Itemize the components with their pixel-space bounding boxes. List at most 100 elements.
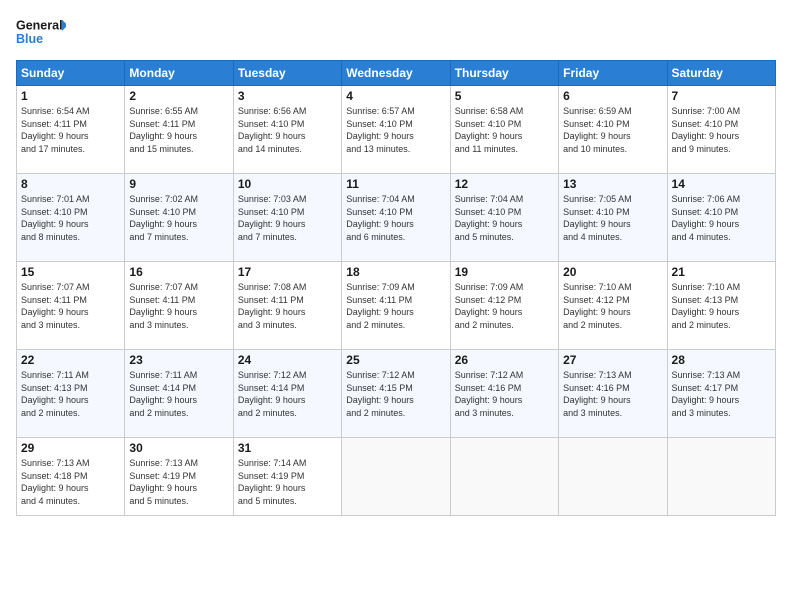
calendar-cell: 27Sunrise: 7:13 AMSunset: 4:16 PMDayligh… — [559, 350, 667, 438]
calendar-cell: 15 Sunrise: 7:07 AMSunset: 4:11 PMDayligh… — [17, 262, 125, 350]
weekday-header: Thursday — [450, 61, 558, 86]
day-number: 9 — [129, 177, 228, 191]
calendar-cell: 2Sunrise: 6:55 AMSunset: 4:11 PMDaylight… — [125, 86, 233, 174]
day-number: 2 — [129, 89, 228, 103]
day-number: 27 — [563, 353, 662, 367]
calendar-week-row: 15 Sunrise: 7:07 AMSunset: 4:11 PMDayligh… — [17, 262, 776, 350]
weekday-header: Tuesday — [233, 61, 341, 86]
calendar-cell: 24 Sunrise: 7:12 AMSunset: 4:14 PMDayligh… — [233, 350, 341, 438]
day-number: 13 — [563, 177, 662, 191]
day-number: 30 — [129, 441, 228, 455]
day-info: Sunrise: 6:56 AMSunset: 4:10 PMDaylight:… — [238, 105, 337, 155]
day-info: Sunrise: 7:08 AMSunset: 4:11 PMDaylight:… — [238, 281, 337, 331]
calendar-cell: 3 Sunrise: 6:56 AMSunset: 4:10 PMDaylight… — [233, 86, 341, 174]
day-number: 26 — [455, 353, 554, 367]
day-number: 22 — [21, 353, 120, 367]
day-info: Sunrise: 6:59 AMSunset: 4:10 PMDaylight:… — [563, 105, 662, 155]
calendar-cell — [342, 438, 450, 516]
calendar-cell: 20 Sunrise: 7:10 AMSunset: 4:12 PMDayligh… — [559, 262, 667, 350]
calendar-cell: 17Sunrise: 7:08 AMSunset: 4:11 PMDayligh… — [233, 262, 341, 350]
day-number: 14 — [672, 177, 771, 191]
day-info: Sunrise: 7:11 AMSunset: 4:13 PMDaylight:… — [21, 369, 120, 419]
page-header: General Blue — [16, 12, 776, 52]
day-info: Sunrise: 7:13 AMSunset: 4:19 PMDaylight:… — [129, 457, 228, 507]
day-number: 7 — [672, 89, 771, 103]
day-info: Sunrise: 6:54 AMSunset: 4:11 PMDaylight:… — [21, 105, 120, 155]
day-number: 1 — [21, 89, 120, 103]
day-number: 8 — [21, 177, 120, 191]
calendar-week-row: 22 Sunrise: 7:11 AMSunset: 4:13 PMDayligh… — [17, 350, 776, 438]
day-info: Sunrise: 7:12 AMSunset: 4:16 PMDaylight:… — [455, 369, 554, 419]
calendar-cell — [450, 438, 558, 516]
day-info: Sunrise: 7:07 AMSunset: 4:11 PMDaylight:… — [129, 281, 228, 331]
day-number: 18 — [346, 265, 445, 279]
calendar-cell: 7Sunrise: 7:00 AMSunset: 4:10 PMDaylight… — [667, 86, 775, 174]
calendar-cell: 13Sunrise: 7:05 AMSunset: 4:10 PMDayligh… — [559, 174, 667, 262]
calendar-cell: 31Sunrise: 7:14 AMSunset: 4:19 PMDayligh… — [233, 438, 341, 516]
day-number: 3 — [238, 89, 337, 103]
day-number: 12 — [455, 177, 554, 191]
day-number: 23 — [129, 353, 228, 367]
day-info: Sunrise: 7:13 AMSunset: 4:17 PMDaylight:… — [672, 369, 771, 419]
calendar-cell: 5Sunrise: 6:58 AMSunset: 4:10 PMDaylight… — [450, 86, 558, 174]
day-info: Sunrise: 7:04 AMSunset: 4:10 PMDaylight:… — [455, 193, 554, 243]
calendar-cell — [667, 438, 775, 516]
calendar-cell: 9 Sunrise: 7:02 AMSunset: 4:10 PMDaylight… — [125, 174, 233, 262]
calendar-cell: 11 Sunrise: 7:04 AMSunset: 4:10 PMDayligh… — [342, 174, 450, 262]
logo-svg: General Blue — [16, 12, 66, 52]
weekday-header: Sunday — [17, 61, 125, 86]
weekday-header: Monday — [125, 61, 233, 86]
calendar-cell: 22 Sunrise: 7:11 AMSunset: 4:13 PMDayligh… — [17, 350, 125, 438]
day-number: 15 — [21, 265, 120, 279]
day-number: 25 — [346, 353, 445, 367]
day-info: Sunrise: 7:11 AMSunset: 4:14 PMDaylight:… — [129, 369, 228, 419]
calendar-cell: 6 Sunrise: 6:59 AMSunset: 4:10 PMDaylight… — [559, 86, 667, 174]
calendar-cell: 29Sunrise: 7:13 AMSunset: 4:18 PMDayligh… — [17, 438, 125, 516]
calendar-cell: 16 Sunrise: 7:07 AMSunset: 4:11 PMDayligh… — [125, 262, 233, 350]
calendar-cell: 30 Sunrise: 7:13 AMSunset: 4:19 PMDayligh… — [125, 438, 233, 516]
calendar-week-row: 1 Sunrise: 6:54 AMSunset: 4:11 PMDaylight… — [17, 86, 776, 174]
weekday-header: Saturday — [667, 61, 775, 86]
svg-text:General: General — [16, 19, 63, 33]
day-info: Sunrise: 7:03 AMSunset: 4:10 PMDaylight:… — [238, 193, 337, 243]
day-info: Sunrise: 7:12 AMSunset: 4:15 PMDaylight:… — [346, 369, 445, 419]
day-number: 10 — [238, 177, 337, 191]
day-info: Sunrise: 7:14 AMSunset: 4:19 PMDaylight:… — [238, 457, 337, 507]
day-number: 4 — [346, 89, 445, 103]
calendar-week-row: 29Sunrise: 7:13 AMSunset: 4:18 PMDayligh… — [17, 438, 776, 516]
calendar-week-row: 8 Sunrise: 7:01 AMSunset: 4:10 PMDaylight… — [17, 174, 776, 262]
day-number: 16 — [129, 265, 228, 279]
calendar-cell: 8 Sunrise: 7:01 AMSunset: 4:10 PMDaylight… — [17, 174, 125, 262]
calendar-table: SundayMondayTuesdayWednesdayThursdayFrid… — [16, 60, 776, 516]
day-number: 19 — [455, 265, 554, 279]
day-number: 29 — [21, 441, 120, 455]
day-number: 24 — [238, 353, 337, 367]
calendar-cell: 19 Sunrise: 7:09 AMSunset: 4:12 PMDayligh… — [450, 262, 558, 350]
svg-text:Blue: Blue — [16, 32, 43, 46]
calendar-cell: 21 Sunrise: 7:10 AMSunset: 4:13 PMDayligh… — [667, 262, 775, 350]
day-number: 28 — [672, 353, 771, 367]
day-number: 11 — [346, 177, 445, 191]
calendar-cell — [559, 438, 667, 516]
calendar-cell: 4 Sunrise: 6:57 AMSunset: 4:10 PMDaylight… — [342, 86, 450, 174]
day-number: 6 — [563, 89, 662, 103]
calendar-cell: 12 Sunrise: 7:04 AMSunset: 4:10 PMDayligh… — [450, 174, 558, 262]
day-info: Sunrise: 7:12 AMSunset: 4:14 PMDaylight:… — [238, 369, 337, 419]
day-info: Sunrise: 7:02 AMSunset: 4:10 PMDaylight:… — [129, 193, 228, 243]
calendar-header-row: SundayMondayTuesdayWednesdayThursdayFrid… — [17, 61, 776, 86]
calendar-cell: 18Sunrise: 7:09 AMSunset: 4:11 PMDayligh… — [342, 262, 450, 350]
day-info: Sunrise: 7:10 AMSunset: 4:12 PMDaylight:… — [563, 281, 662, 331]
calendar-cell: 14Sunrise: 7:06 AMSunset: 4:10 PMDayligh… — [667, 174, 775, 262]
calendar-cell: 25 Sunrise: 7:12 AMSunset: 4:15 PMDayligh… — [342, 350, 450, 438]
day-info: Sunrise: 7:04 AMSunset: 4:10 PMDaylight:… — [346, 193, 445, 243]
day-info: Sunrise: 7:10 AMSunset: 4:13 PMDaylight:… — [672, 281, 771, 331]
day-info: Sunrise: 7:01 AMSunset: 4:10 PMDaylight:… — [21, 193, 120, 243]
day-info: Sunrise: 7:09 AMSunset: 4:12 PMDaylight:… — [455, 281, 554, 331]
day-info: Sunrise: 6:57 AMSunset: 4:10 PMDaylight:… — [346, 105, 445, 155]
day-number: 21 — [672, 265, 771, 279]
weekday-header: Wednesday — [342, 61, 450, 86]
calendar-cell: 26 Sunrise: 7:12 AMSunset: 4:16 PMDayligh… — [450, 350, 558, 438]
day-number: 20 — [563, 265, 662, 279]
day-number: 5 — [455, 89, 554, 103]
day-info: Sunrise: 7:07 AMSunset: 4:11 PMDaylight:… — [21, 281, 120, 331]
